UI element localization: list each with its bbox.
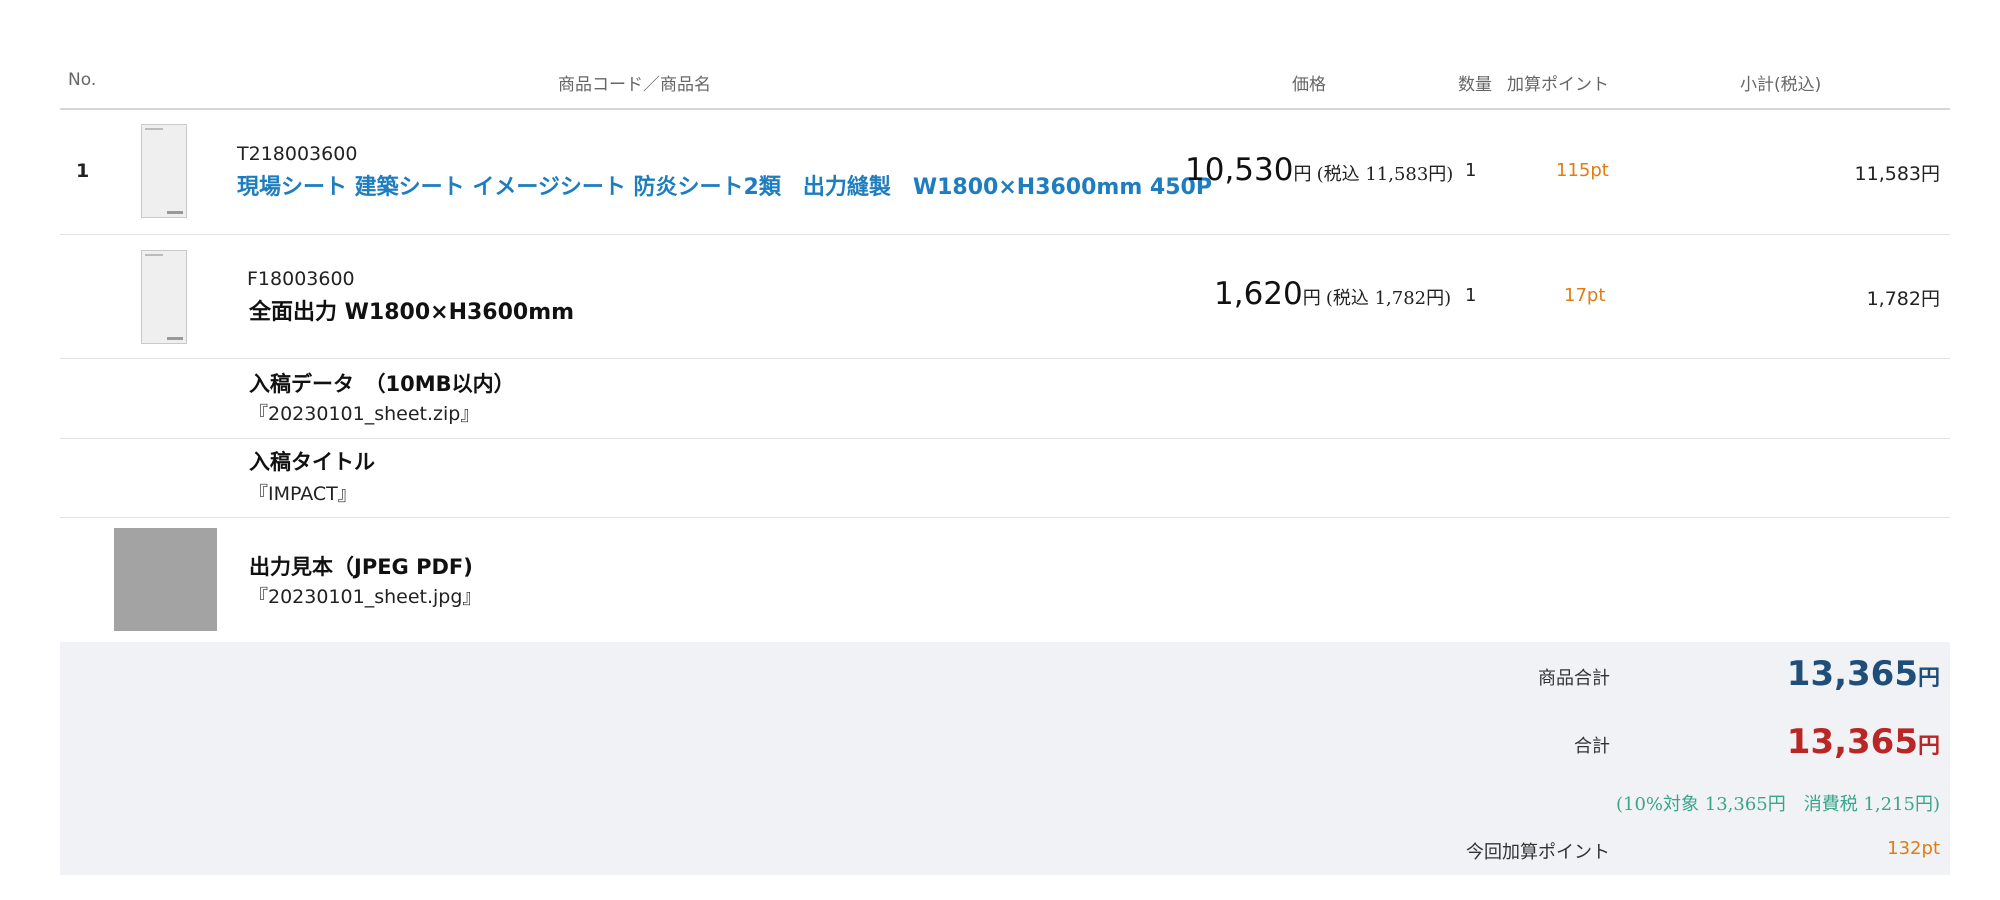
product-code: F18003600 [247,268,355,290]
subtotal: 1,782円 [1866,288,1940,310]
attachment-title: 出力見本（JPEG PDF) [249,555,473,579]
row-number: 1 [76,160,90,182]
header-product: 商品コード／商品名 [558,75,711,95]
goods-total-label: 商品合計 [1538,668,1610,689]
product-thumbnail[interactable] [141,250,187,344]
grand-total-amount: 13,365 [1786,722,1918,762]
header-points: 加算ポイント [1507,75,1609,95]
order-summary: 商品合計 13,365円 合計 13,365円 (10%対象 13,365円 消… [60,642,1950,875]
price-tax-included: (税込 1,782円) [1325,288,1452,309]
tax-note: (10%対象 13,365円 消費税 1,215円) [1615,794,1940,815]
price-amount: 10,530 [1185,152,1294,188]
attachment-row-data: 入稿データ （10MB以内） 『20230101_sheet.zip』 [60,358,1950,439]
table-row: F18003600 全面出力 W1800×H3600mm 1,620円 (税込 … [60,234,1950,359]
product-name-link[interactable]: 現場シート 建築シート イメージシート 防炎シート2類 出力縫製 W1800×H… [237,169,1212,201]
price: 10,530円 (税込 11,583円) [1185,152,1453,188]
header-qty: 数量 [1458,75,1492,95]
price: 1,620円 (税込 1,782円) [1214,276,1451,312]
product-code: T218003600 [237,143,358,165]
attachment-value: 『20230101_sheet.jpg』 [249,586,482,608]
price-tax-included: (税込 11,583円) [1316,164,1454,185]
table-row: 1 T218003600 現場シート 建築シート イメージシート 防炎シート2類… [60,110,1950,235]
total-points: 132pt [1887,838,1940,859]
points: 17pt [1564,285,1606,306]
product-name: 全面出力 W1800×H3600mm [249,300,575,325]
attachment-value: 『20230101_sheet.zip』 [249,403,480,425]
price-unit: 円 [1293,164,1312,185]
attachment-value: 『IMPACT』 [249,483,357,505]
points-label: 今回加算ポイント [1466,842,1610,863]
sample-image-thumbnail[interactable] [114,528,217,631]
goods-total: 13,365円 [1787,654,1940,694]
total-label: 合計 [1574,736,1610,757]
grand-total-yen: 円 [1917,734,1940,759]
subtotal: 11,583円 [1854,163,1940,185]
attachment-title: 入稿データ （10MB以内） [249,372,515,396]
header-price: 価格 [1292,75,1326,95]
attachment-row-title: 入稿タイトル 『IMPACT』 [60,438,1950,518]
grand-total: 13,365円 [1787,722,1940,762]
goods-total-yen: 円 [1917,666,1940,691]
goods-total-amount: 13,365 [1786,654,1918,694]
table-header: No. 商品コード／商品名 価格 数量 加算ポイント 小計(税込) [60,58,1950,110]
attachment-row-sample: 出力見本（JPEG PDF) 『20230101_sheet.jpg』 [60,517,1950,643]
header-no: No. [68,70,97,90]
price-unit: 円 [1302,288,1321,309]
header-subtotal: 小計(税込) [1740,75,1822,95]
price-amount: 1,620 [1214,276,1303,312]
points: 115pt [1556,160,1609,181]
quantity: 1 [1465,285,1477,306]
attachment-title: 入稿タイトル [249,450,375,474]
product-thumbnail[interactable] [141,124,187,218]
quantity: 1 [1465,160,1477,181]
